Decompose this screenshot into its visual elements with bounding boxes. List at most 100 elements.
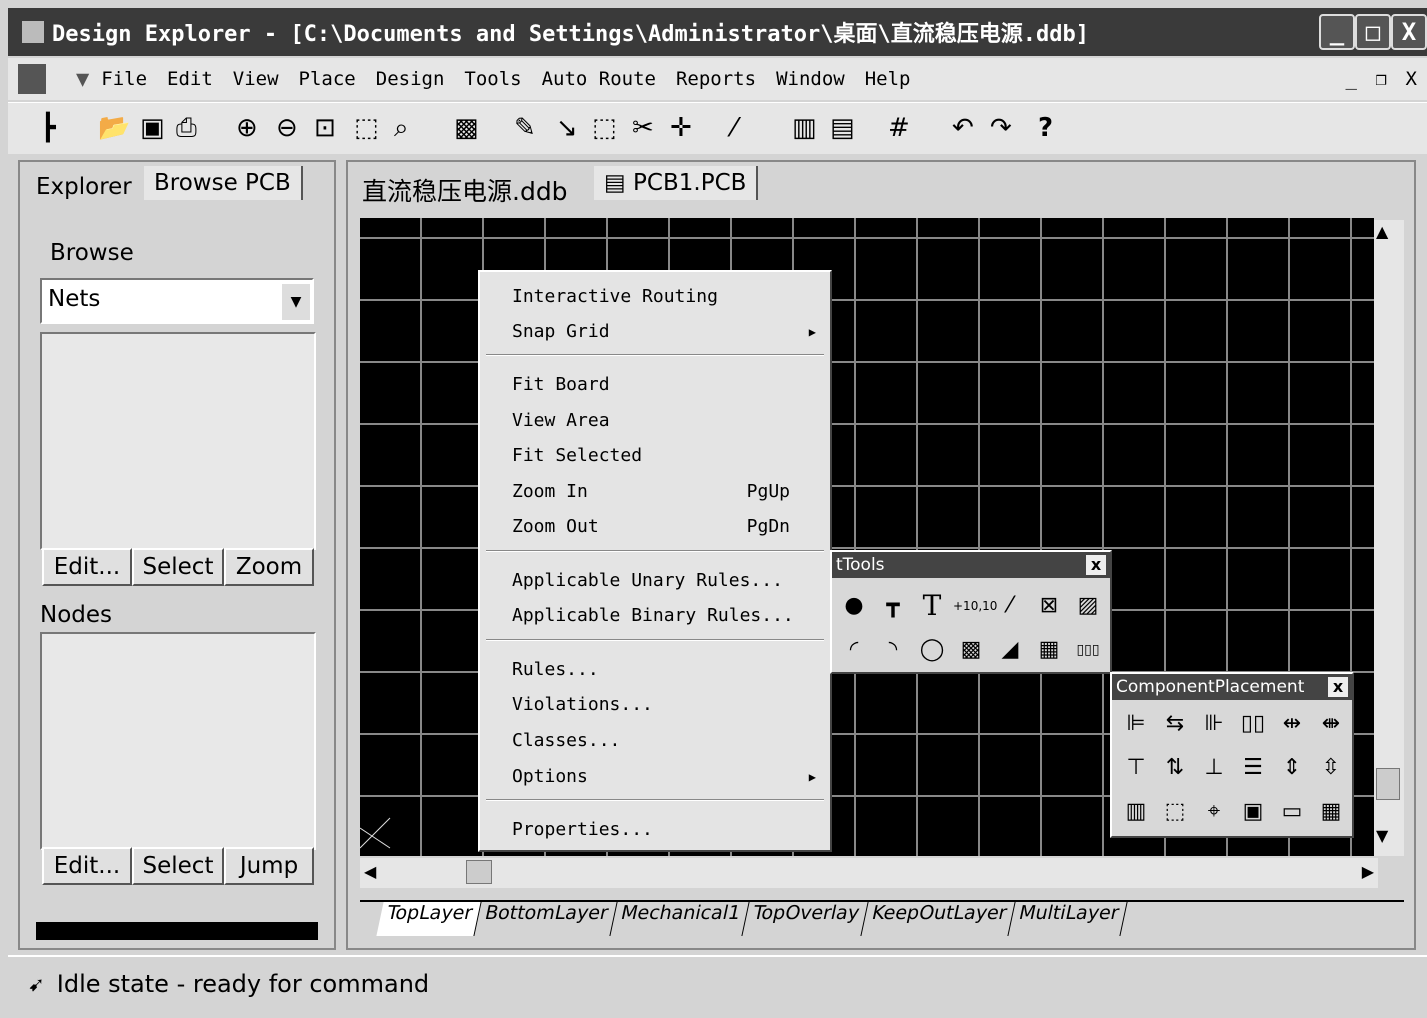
menu-item-zoom-in[interactable]: Zoom In PgUp	[512, 477, 820, 507]
vertical-spacing-increase-icon[interactable]: ⇕	[1274, 750, 1310, 786]
document-icon[interactable]	[18, 64, 46, 94]
tab-browse-pcb[interactable]: Browse PCB	[144, 166, 303, 200]
vertical-spacing-equal-icon[interactable]: ☰	[1235, 750, 1271, 786]
arrange-within-room-icon[interactable]: ▥	[1118, 794, 1154, 830]
zoom-select-icon[interactable]: ⬚	[354, 113, 379, 143]
fill-icon[interactable]: ▨	[1070, 588, 1106, 624]
interactive-route-icon[interactable]: ↘	[556, 113, 578, 143]
maximize-button[interactable]: □	[1355, 14, 1391, 50]
chevron-down-icon[interactable]: ▼	[282, 284, 310, 320]
doc-minimize-button[interactable]: _	[1346, 68, 1357, 90]
save-icon[interactable]: ▣	[140, 113, 165, 143]
zoom-out-icon[interactable]: ⊖	[276, 113, 298, 143]
coordinate-icon[interactable]: +10,10	[953, 588, 997, 624]
horizontal-spacing-equal-icon[interactable]: ▯▯	[1235, 706, 1271, 742]
menu-item-snap-grid[interactable]: Snap Grid ▶	[512, 317, 820, 347]
jump-node-button[interactable]: Jump	[224, 847, 314, 885]
menu-item-fit-selected[interactable]: Fit Selected	[512, 441, 820, 471]
close-icon[interactable]: x	[1328, 677, 1348, 697]
scroll-left-icon[interactable]: ◀	[364, 862, 376, 881]
layer-tab-toplayer[interactable]: TopLayer	[376, 902, 482, 936]
scroll-up-icon[interactable]: ▲	[1376, 222, 1388, 241]
arrange-within-rectangle-icon[interactable]: ⬚	[1157, 794, 1193, 830]
doc-restore-button[interactable]: ❐	[1376, 68, 1387, 90]
layer-tab-mechanical1[interactable]: Mechanical1	[610, 902, 750, 936]
minimize-button[interactable]: _	[1319, 14, 1355, 50]
browse-select[interactable]: Nets ▼	[40, 278, 314, 324]
autoroute-icon[interactable]: ⁄	[732, 113, 736, 143]
menu-view[interactable]: View	[233, 68, 279, 90]
print-icon[interactable]: ⎙	[176, 113, 197, 143]
align-top-icon[interactable]: ⊤	[1118, 750, 1154, 786]
help-icon[interactable]: ?	[1038, 113, 1053, 143]
component-icon[interactable]: ⊠	[1031, 588, 1067, 624]
nets-list[interactable]	[40, 332, 316, 550]
menu-item-view-area[interactable]: View Area	[512, 406, 820, 436]
library-icon[interactable]: ▥	[792, 113, 817, 143]
browse-library-icon[interactable]: ▤	[830, 113, 855, 143]
horizontal-scroll-thumb[interactable]	[466, 860, 492, 884]
layer-tab-topoverlay[interactable]: TopOverlay	[742, 902, 869, 936]
menu-item-fit-board[interactable]: Fit Board	[512, 370, 820, 400]
menu-file[interactable]: File	[101, 68, 147, 90]
menu-item-classes[interactable]: Classes...	[512, 726, 820, 756]
menu-item-interactive-routing[interactable]: Interactive Routing	[512, 282, 820, 312]
grid-icon[interactable]: #	[888, 113, 910, 143]
3d-view-icon[interactable]: ▩	[454, 113, 479, 143]
redo-icon[interactable]: ↷	[990, 113, 1012, 143]
zoom-in-icon[interactable]: ⊕	[236, 113, 258, 143]
arc-center-icon[interactable]: ◜	[836, 632, 872, 668]
tab-ddb[interactable]: 直流稳压电源.ddb	[362, 172, 568, 208]
select-area-icon[interactable]: ⬚	[592, 113, 617, 143]
open-icon[interactable]: 📂	[98, 113, 130, 143]
string-icon[interactable]: T	[914, 588, 950, 624]
align-horizontal-center-icon[interactable]: ⇆	[1157, 706, 1193, 742]
full-circle-icon[interactable]: ◯	[914, 632, 950, 668]
placement-tools-titlebar[interactable]: tTools x	[832, 552, 1110, 578]
down-arrow-icon[interactable]: ▼	[76, 67, 89, 92]
cross-probe-icon[interactable]: ✎	[514, 113, 536, 143]
arrange-outside-board-icon[interactable]: ▣	[1235, 794, 1271, 830]
deselect-icon[interactable]: ✂	[632, 113, 654, 143]
doc-close-button[interactable]: X	[1406, 68, 1417, 90]
array-icon[interactable]: ▯▯▯	[1070, 632, 1106, 668]
edit-net-button[interactable]: Edit...	[42, 548, 132, 586]
scroll-down-icon[interactable]: ▼	[1376, 826, 1388, 845]
align-bottom-icon[interactable]: ⊥	[1196, 750, 1232, 786]
vertical-scrollbar[interactable]: ▲ ▼	[1374, 220, 1404, 856]
via-icon[interactable]: ┳	[875, 588, 911, 624]
menu-help[interactable]: Help	[865, 68, 911, 90]
menu-item-zoom-out[interactable]: Zoom Out PgDn	[512, 512, 820, 542]
layer-tab-multilayer[interactable]: MultiLayer	[1008, 902, 1129, 936]
align-left-icon[interactable]: ⊫	[1118, 706, 1154, 742]
zoom-last-icon[interactable]: ⌕	[394, 113, 409, 143]
shove-icon[interactable]: ▦	[1313, 794, 1349, 830]
menu-item-violations[interactable]: Violations...	[512, 690, 820, 720]
layer-tab-bottomlayer[interactable]: BottomLayer	[474, 902, 618, 936]
menu-item-applicable-unary-rules[interactable]: Applicable Unary Rules...	[512, 566, 820, 596]
menu-window[interactable]: Window	[776, 68, 845, 90]
zoom-net-button[interactable]: Zoom	[224, 548, 314, 586]
select-node-button[interactable]: Select	[132, 847, 224, 885]
vertical-spacing-decrease-icon[interactable]: ⇳	[1313, 750, 1349, 786]
align-right-icon[interactable]: ⊪	[1196, 706, 1232, 742]
menu-design[interactable]: Design	[376, 68, 445, 90]
menu-place[interactable]: Place	[299, 68, 356, 90]
scroll-right-icon[interactable]: ▶	[1362, 862, 1374, 881]
reposition-icon[interactable]: ▭	[1274, 794, 1310, 830]
polygon-icon[interactable]: ◢	[992, 632, 1028, 668]
menu-reports[interactable]: Reports	[676, 68, 756, 90]
select-net-button[interactable]: Select	[132, 548, 224, 586]
menu-item-properties[interactable]: Properties...	[512, 815, 820, 845]
pad-icon[interactable]: ●	[836, 588, 872, 624]
design-manager-icon[interactable]: ┣	[40, 113, 56, 143]
tab-pcb1[interactable]: ▤ PCB1.PCB	[594, 166, 759, 200]
menu-auto-route[interactable]: Auto Route	[542, 68, 656, 90]
nodes-list[interactable]	[40, 632, 316, 850]
move-to-grid-icon[interactable]: ⌖	[1196, 794, 1232, 830]
menu-tools[interactable]: Tools	[464, 68, 521, 90]
horizontal-scrollbar[interactable]: ◀ ▶	[360, 858, 1378, 888]
close-button[interactable]: X	[1391, 14, 1427, 50]
horizontal-spacing-increase-icon[interactable]: ⇹	[1274, 706, 1310, 742]
close-icon[interactable]: x	[1086, 555, 1106, 575]
